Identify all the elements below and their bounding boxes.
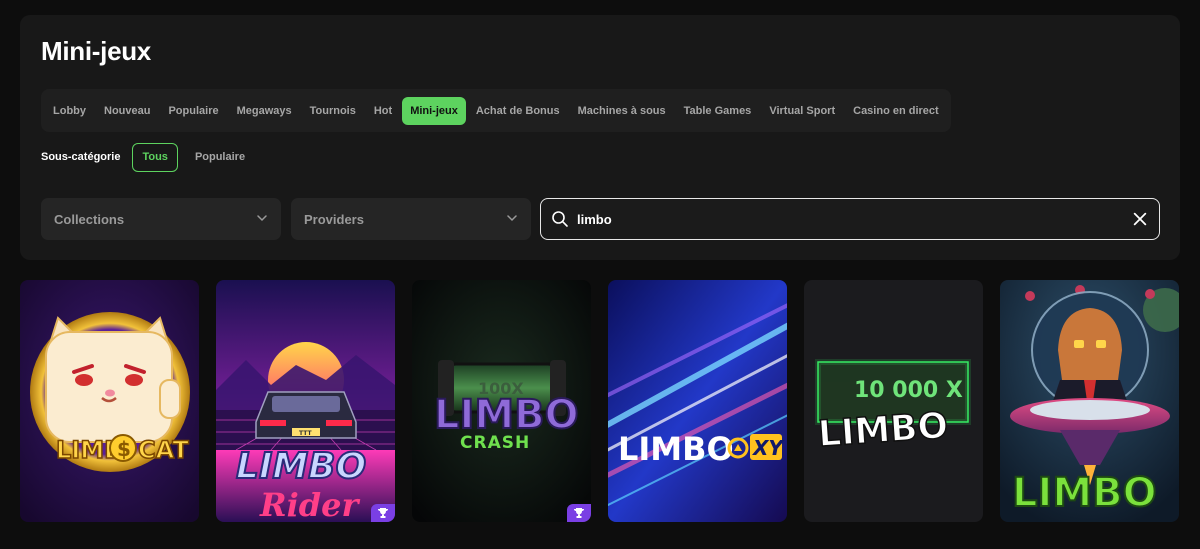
tab-megaways[interactable]: Megaways bbox=[229, 97, 300, 125]
game-subtitle-text: XY bbox=[751, 436, 785, 460]
tab-hot[interactable]: Hot bbox=[366, 97, 400, 125]
game-title-text: LIMBO bbox=[618, 430, 734, 468]
tab-achat-de-bonus[interactable]: Achat de Bonus bbox=[468, 97, 568, 125]
game-title-text: LIMBO bbox=[236, 446, 366, 487]
chevron-down-icon bbox=[256, 212, 268, 227]
license-plate-text: TTT bbox=[299, 430, 312, 437]
game-subtitle-text: CRASH bbox=[460, 433, 530, 453]
tab-virtual-sport[interactable]: Virtual Sport bbox=[761, 97, 843, 125]
game-thumbnail: LIMB $ CAT bbox=[20, 280, 199, 522]
collections-dropdown-label: Collections bbox=[54, 211, 125, 227]
collections-dropdown[interactable]: Collections bbox=[41, 198, 281, 240]
tab-mini-jeux[interactable]: Mini-jeux bbox=[402, 96, 466, 125]
chevron-down-icon bbox=[506, 212, 518, 227]
game-card[interactable]: 10 000 X LIMBO bbox=[804, 280, 983, 522]
game-thumbnail: LIMBO XY bbox=[608, 280, 787, 522]
game-multiplier-text: 10 000 X bbox=[854, 378, 963, 403]
close-icon[interactable] bbox=[1131, 210, 1149, 228]
game-thumbnail: LIMBO bbox=[1000, 280, 1179, 522]
game-thumbnail: 10 000 X LIMBO bbox=[804, 280, 983, 522]
tournament-badge bbox=[371, 504, 395, 522]
game-card[interactable]: LIMB $ CAT bbox=[20, 280, 199, 522]
search-input[interactable] bbox=[577, 211, 1131, 227]
tab-populaire[interactable]: Populaire bbox=[160, 97, 226, 125]
games-filter-panel: Mini-jeux Lobby Nouveau Populaire Megawa… bbox=[20, 15, 1180, 260]
tab-tournois[interactable]: Tournois bbox=[302, 97, 364, 125]
subcategory-label: Sous-catégorie bbox=[41, 151, 121, 163]
subcategory-filter: Sous-catégorie Tous Populaire bbox=[41, 142, 254, 172]
game-title-text: LIMBO bbox=[1012, 470, 1157, 516]
tab-nouveau[interactable]: Nouveau bbox=[96, 97, 158, 125]
subcategory-populaire[interactable]: Populaire bbox=[186, 143, 254, 172]
providers-dropdown-label: Providers bbox=[304, 211, 364, 227]
tab-lobby[interactable]: Lobby bbox=[45, 97, 94, 125]
game-subtitle-text: Rider bbox=[259, 486, 360, 522]
game-card[interactable]: LIMBO bbox=[1000, 280, 1179, 522]
coin-symbol: $ bbox=[117, 437, 131, 461]
game-card[interactable]: LIMBO XY bbox=[608, 280, 787, 522]
category-tabs: Lobby Nouveau Populaire Megaways Tournoi… bbox=[41, 89, 951, 132]
game-thumbnail: 100X LIMBO CRASH bbox=[412, 280, 591, 522]
game-grid: LIMB $ CAT TTT LIMBO Rider 100X LIMBO CR… bbox=[20, 280, 1179, 522]
search-box bbox=[540, 198, 1160, 240]
tournament-badge bbox=[567, 504, 591, 522]
providers-dropdown[interactable]: Providers bbox=[291, 198, 531, 240]
game-title-text: CAT bbox=[138, 436, 189, 464]
subcategory-tous[interactable]: Tous bbox=[132, 142, 178, 172]
trophy-icon bbox=[378, 508, 388, 518]
tab-machines-a-sous[interactable]: Machines à sous bbox=[570, 97, 674, 125]
page-title: Mini-jeux bbox=[41, 36, 151, 66]
game-thumbnail: TTT LIMBO Rider bbox=[216, 280, 395, 522]
tab-casino-en-direct[interactable]: Casino en direct bbox=[845, 97, 947, 125]
trophy-icon bbox=[574, 508, 584, 518]
search-icon bbox=[551, 210, 569, 228]
game-card[interactable]: 100X LIMBO CRASH bbox=[412, 280, 591, 522]
game-card[interactable]: TTT LIMBO Rider bbox=[216, 280, 395, 522]
tab-table-games[interactable]: Table Games bbox=[676, 97, 760, 125]
game-title-text: LIMBO bbox=[434, 392, 579, 438]
